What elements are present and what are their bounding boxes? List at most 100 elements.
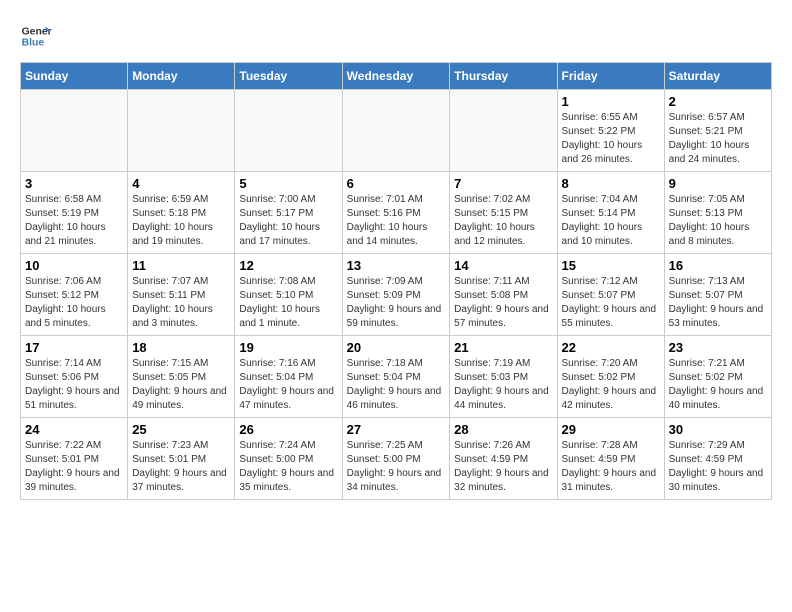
day-info: Sunrise: 7:09 AM Sunset: 5:09 PM Dayligh…	[347, 275, 446, 331]
weekday-wednesday: Wednesday	[342, 63, 450, 90]
calendar-cell: 7Sunrise: 7:02 AM Sunset: 5:15 PM Daylig…	[450, 172, 557, 254]
calendar-cell: 22 Sunrise: 7:20 AM Sunset: 5:02 PM Dayli…	[557, 336, 664, 418]
day-number: 21	[454, 340, 552, 355]
calendar-cell: 14Sunrise: 7:11 AM Sunset: 5:08 PM Dayli…	[450, 254, 557, 336]
day-number: 16	[669, 258, 767, 273]
day-number: 22	[562, 340, 660, 355]
week-row-1: 1Sunrise: 6:55 AM Sunset: 5:22 PM Daylig…	[21, 90, 772, 172]
day-info: Sunrise: 7:08 AM Sunset: 5:10 PM Dayligh…	[239, 275, 337, 331]
day-number: 13	[347, 258, 446, 273]
calendar-cell: 10Sunrise: 7:06 AM Sunset: 5:12 PM Dayli…	[21, 254, 128, 336]
svg-text:General: General	[22, 26, 52, 37]
day-number: 30	[669, 422, 767, 437]
calendar-cell: 18 Sunrise: 7:15 AM Sunset: 5:05 PM Dayli…	[128, 336, 235, 418]
calendar-cell: 27 Sunrise: 7:25 AM Sunset: 5:00 PM Dayli…	[342, 418, 450, 500]
day-number: 4	[132, 176, 230, 191]
logo: General Blue	[20, 20, 52, 52]
day-number: 18	[132, 340, 230, 355]
day-number: 15	[562, 258, 660, 273]
day-info: Sunrise: 7:26 AM Sunset: 4:59 PM Dayligh…	[454, 439, 552, 495]
calendar-cell: 12 Sunrise: 7:08 AM Sunset: 5:10 PM Dayli…	[235, 254, 342, 336]
day-number: 2	[669, 94, 767, 109]
day-number: 6	[347, 176, 446, 191]
day-info: Sunrise: 7:15 AM Sunset: 5:05 PM Dayligh…	[132, 357, 230, 413]
calendar-cell: 28 Sunrise: 7:26 AM Sunset: 4:59 PM Dayli…	[450, 418, 557, 500]
calendar-cell	[342, 90, 450, 172]
calendar-cell: 13 Sunrise: 7:09 AM Sunset: 5:09 PM Dayli…	[342, 254, 450, 336]
calendar-cell: 19 Sunrise: 7:16 AM Sunset: 5:04 PM Dayli…	[235, 336, 342, 418]
calendar-cell: 24 Sunrise: 7:22 AM Sunset: 5:01 PM Dayli…	[21, 418, 128, 500]
day-number: 3	[25, 176, 123, 191]
calendar-cell: 23Sunrise: 7:21 AM Sunset: 5:02 PM Dayli…	[664, 336, 771, 418]
calendar-cell: 2 Sunrise: 6:57 AM Sunset: 5:21 PM Daylig…	[664, 90, 771, 172]
calendar-cell: 6 Sunrise: 7:01 AM Sunset: 5:16 PM Daylig…	[342, 172, 450, 254]
day-info: Sunrise: 7:18 AM Sunset: 5:04 PM Dayligh…	[347, 357, 446, 413]
calendar-cell: 17Sunrise: 7:14 AM Sunset: 5:06 PM Dayli…	[21, 336, 128, 418]
weekday-tuesday: Tuesday	[235, 63, 342, 90]
day-number: 11	[132, 258, 230, 273]
logo-icon: General Blue	[20, 20, 52, 52]
day-info: Sunrise: 6:57 AM Sunset: 5:21 PM Dayligh…	[669, 111, 767, 167]
day-info: Sunrise: 7:20 AM Sunset: 5:02 PM Dayligh…	[562, 357, 660, 413]
day-number: 28	[454, 422, 552, 437]
weekday-sunday: Sunday	[21, 63, 128, 90]
calendar-cell	[450, 90, 557, 172]
day-info: Sunrise: 7:16 AM Sunset: 5:04 PM Dayligh…	[239, 357, 337, 413]
calendar-cell	[235, 90, 342, 172]
week-row-5: 24 Sunrise: 7:22 AM Sunset: 5:01 PM Dayli…	[21, 418, 772, 500]
calendar-cell: 5 Sunrise: 7:00 AM Sunset: 5:17 PM Daylig…	[235, 172, 342, 254]
day-info: Sunrise: 7:07 AM Sunset: 5:11 PM Dayligh…	[132, 275, 230, 331]
day-info: Sunrise: 7:05 AM Sunset: 5:13 PM Dayligh…	[669, 193, 767, 249]
day-number: 25	[132, 422, 230, 437]
day-number: 19	[239, 340, 337, 355]
calendar-cell: 1Sunrise: 6:55 AM Sunset: 5:22 PM Daylig…	[557, 90, 664, 172]
day-number: 8	[562, 176, 660, 191]
day-info: Sunrise: 7:22 AM Sunset: 5:01 PM Dayligh…	[25, 439, 123, 495]
svg-text:Blue: Blue	[22, 38, 45, 49]
calendar-body: 1Sunrise: 6:55 AM Sunset: 5:22 PM Daylig…	[21, 90, 772, 500]
calendar-cell: 9 Sunrise: 7:05 AM Sunset: 5:13 PM Daylig…	[664, 172, 771, 254]
header: General Blue	[20, 20, 772, 52]
week-row-2: 3 Sunrise: 6:58 AM Sunset: 5:19 PM Daylig…	[21, 172, 772, 254]
day-number: 24	[25, 422, 123, 437]
day-info: Sunrise: 7:14 AM Sunset: 5:06 PM Dayligh…	[25, 357, 123, 413]
calendar-cell: 26 Sunrise: 7:24 AM Sunset: 5:00 PM Dayli…	[235, 418, 342, 500]
day-number: 26	[239, 422, 337, 437]
day-number: 20	[347, 340, 446, 355]
day-number: 12	[239, 258, 337, 273]
day-number: 5	[239, 176, 337, 191]
calendar-cell: 3 Sunrise: 6:58 AM Sunset: 5:19 PM Daylig…	[21, 172, 128, 254]
day-info: Sunrise: 6:59 AM Sunset: 5:18 PM Dayligh…	[132, 193, 230, 249]
day-info: Sunrise: 7:25 AM Sunset: 5:00 PM Dayligh…	[347, 439, 446, 495]
weekday-monday: Monday	[128, 63, 235, 90]
calendar-cell: 15 Sunrise: 7:12 AM Sunset: 5:07 PM Dayli…	[557, 254, 664, 336]
day-number: 29	[562, 422, 660, 437]
calendar-cell: 29 Sunrise: 7:28 AM Sunset: 4:59 PM Dayli…	[557, 418, 664, 500]
day-info: Sunrise: 7:19 AM Sunset: 5:03 PM Dayligh…	[454, 357, 552, 413]
day-info: Sunrise: 7:24 AM Sunset: 5:00 PM Dayligh…	[239, 439, 337, 495]
day-number: 9	[669, 176, 767, 191]
day-info: Sunrise: 7:12 AM Sunset: 5:07 PM Dayligh…	[562, 275, 660, 331]
day-info: Sunrise: 7:11 AM Sunset: 5:08 PM Dayligh…	[454, 275, 552, 331]
calendar-cell: 8Sunrise: 7:04 AM Sunset: 5:14 PM Daylig…	[557, 172, 664, 254]
day-number: 10	[25, 258, 123, 273]
calendar-cell: 11 Sunrise: 7:07 AM Sunset: 5:11 PM Dayli…	[128, 254, 235, 336]
week-row-4: 17Sunrise: 7:14 AM Sunset: 5:06 PM Dayli…	[21, 336, 772, 418]
day-number: 27	[347, 422, 446, 437]
calendar-cell: 20 Sunrise: 7:18 AM Sunset: 5:04 PM Dayli…	[342, 336, 450, 418]
weekday-saturday: Saturday	[664, 63, 771, 90]
calendar-cell	[128, 90, 235, 172]
calendar-cell: 25Sunrise: 7:23 AM Sunset: 5:01 PM Dayli…	[128, 418, 235, 500]
calendar-cell: 21 Sunrise: 7:19 AM Sunset: 5:03 PM Dayli…	[450, 336, 557, 418]
day-info: Sunrise: 7:28 AM Sunset: 4:59 PM Dayligh…	[562, 439, 660, 495]
day-info: Sunrise: 7:01 AM Sunset: 5:16 PM Dayligh…	[347, 193, 446, 249]
day-info: Sunrise: 7:00 AM Sunset: 5:17 PM Dayligh…	[239, 193, 337, 249]
calendar-table: SundayMondayTuesdayWednesdayThursdayFrid…	[20, 62, 772, 500]
day-info: Sunrise: 7:29 AM Sunset: 4:59 PM Dayligh…	[669, 439, 767, 495]
day-info: Sunrise: 7:02 AM Sunset: 5:15 PM Dayligh…	[454, 193, 552, 249]
day-number: 23	[669, 340, 767, 355]
day-number: 1	[562, 94, 660, 109]
calendar-cell	[21, 90, 128, 172]
calendar-cell: 30 Sunrise: 7:29 AM Sunset: 4:59 PM Dayli…	[664, 418, 771, 500]
day-info: Sunrise: 6:58 AM Sunset: 5:19 PM Dayligh…	[25, 193, 123, 249]
